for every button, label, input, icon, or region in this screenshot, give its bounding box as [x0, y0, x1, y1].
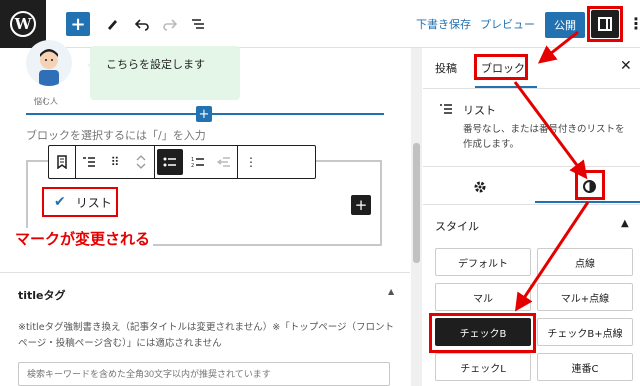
- svg-text:2: 2: [191, 163, 194, 169]
- active-subtab-indicator: [535, 201, 640, 203]
- pen-tool-icon[interactable]: [100, 12, 124, 36]
- block-type-icon[interactable]: [49, 146, 75, 178]
- preview-button[interactable]: プレビュー: [480, 16, 535, 32]
- style-option-default[interactable]: デフォルト: [435, 248, 531, 276]
- block-toolbar: ⠿ 12 ⋮: [48, 145, 316, 179]
- block-card-title: リスト: [463, 104, 496, 117]
- meta-heading: titleタグ: [18, 289, 66, 302]
- wordpress-logo-mark: W: [10, 11, 36, 37]
- style-panel-heading[interactable]: スタイル: [435, 218, 479, 234]
- top-toolbar: W + 下書き保存 プレビュー 公開 ⋮: [0, 0, 640, 48]
- style-option-maru[interactable]: マル: [435, 283, 531, 311]
- list-item[interactable]: ✔ リスト: [42, 187, 118, 217]
- style-option-dotted[interactable]: 点線: [537, 248, 633, 276]
- append-block-button[interactable]: +: [351, 195, 371, 215]
- divider: [423, 204, 640, 205]
- tab-post[interactable]: 投稿: [435, 60, 457, 76]
- meta-description: ※titleタグ強制書き換え（記事タイトルは変更されません）※「トップページ（フ…: [18, 322, 395, 349]
- avatar: [26, 40, 72, 86]
- collapse-toggle-icon[interactable]: ▲: [388, 287, 394, 296]
- add-block-button[interactable]: +: [66, 12, 90, 36]
- block-options-icon[interactable]: ⋮: [238, 146, 264, 178]
- move-up-down-icon[interactable]: [128, 146, 154, 178]
- check-mark-icon: ✔: [54, 194, 66, 210]
- divider: [423, 166, 640, 167]
- highlight-box-styles-tab: [575, 170, 605, 200]
- style-option-numbered-c[interactable]: 連番C: [537, 353, 633, 381]
- undo-icon[interactable]: [130, 12, 154, 36]
- drag-handle-icon[interactable]: ⠿: [102, 146, 128, 178]
- editor-scrollbar[interactable]: [411, 48, 422, 386]
- unordered-list-icon[interactable]: [157, 149, 183, 175]
- block-card-description: 番号なし、または番号付きのリストを作成します。: [463, 124, 625, 150]
- inline-add-block-button[interactable]: +: [196, 106, 212, 122]
- scrollbar-thumb[interactable]: [413, 143, 420, 263]
- ordered-list-icon[interactable]: 12: [185, 146, 211, 178]
- list-item-text: リスト: [75, 195, 112, 210]
- parent-list-icon[interactable]: [76, 146, 102, 178]
- highlight-box-block-tab: [474, 54, 528, 80]
- highlight-box-settings: [587, 6, 623, 42]
- title-tag-input[interactable]: [18, 362, 390, 386]
- settings-gear-icon[interactable]: [473, 180, 487, 198]
- annotation-text: マークが変更される: [12, 228, 154, 249]
- highlight-box-selected-style: [429, 313, 536, 353]
- avatar-caption: 悩む人: [34, 97, 58, 106]
- divider: [423, 88, 640, 89]
- style-option-check-l[interactable]: チェックL: [435, 353, 531, 381]
- block-placeholder[interactable]: ブロックを選択するには「/」を入力: [26, 127, 206, 143]
- close-icon[interactable]: ✕: [620, 58, 632, 74]
- outdent-icon[interactable]: [211, 146, 237, 178]
- publish-button[interactable]: 公開: [545, 12, 585, 38]
- speech-balloon[interactable]: こちらを設定します: [87, 46, 240, 100]
- save-draft-button[interactable]: 下書き保存: [416, 16, 471, 32]
- style-option-check-b-dotted[interactable]: チェックB+点線: [537, 318, 633, 346]
- list-block-icon: [439, 102, 453, 120]
- list-view-icon[interactable]: [186, 12, 210, 36]
- chevron-up-icon[interactable]: ▲: [621, 218, 629, 229]
- redo-icon[interactable]: [158, 12, 182, 36]
- style-option-maru-dotted[interactable]: マル+点線: [537, 283, 633, 311]
- more-options-icon[interactable]: ⋮: [628, 14, 640, 33]
